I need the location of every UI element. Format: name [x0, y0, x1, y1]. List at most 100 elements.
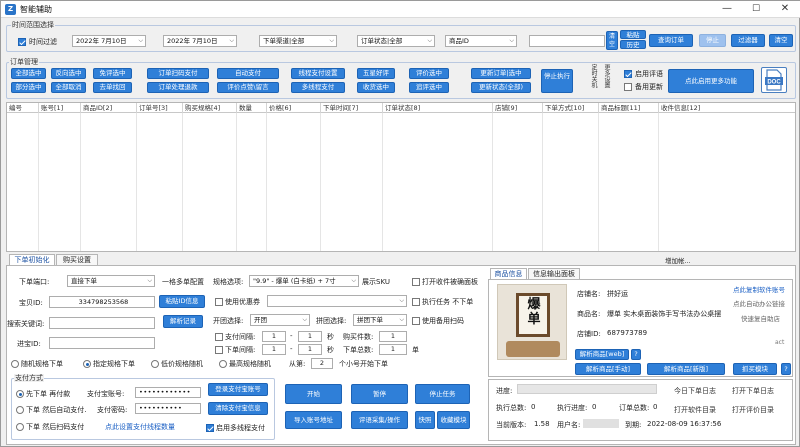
- stop-query-button[interactable]: 停止: [699, 34, 726, 47]
- col-header[interactable]: 价格[6]: [267, 103, 321, 113]
- partial-select-button[interactable]: 部分选中: [11, 82, 46, 93]
- col-header[interactable]: 下单时间[7]: [321, 103, 383, 113]
- parse-record-button[interactable]: 解析记录: [163, 315, 203, 328]
- invert-select-button[interactable]: 反向选中: [51, 68, 86, 79]
- scan-pay-button[interactable]: 订单扫码支付: [147, 68, 209, 79]
- help-button[interactable]: ?: [781, 363, 791, 375]
- multi-thread-pay-button[interactable]: 多线程支付: [291, 82, 345, 93]
- five-star-button[interactable]: 五星好评: [357, 68, 395, 79]
- clear-search-button[interactable]: 清空: [606, 31, 618, 50]
- scan-pay-radio[interactable]: [16, 423, 24, 431]
- stop-exec-button[interactable]: 停止执行: [541, 69, 573, 93]
- import-address-button[interactable]: 导入账号地址: [285, 411, 342, 429]
- high-random-radio[interactable]: [219, 360, 227, 368]
- col-header[interactable]: 下单方式[10]: [543, 103, 599, 113]
- specified-spec-radio[interactable]: [83, 360, 91, 368]
- clear-all-button[interactable]: 清空: [769, 34, 793, 47]
- today-log-link[interactable]: 今日下单日志: [674, 386, 716, 396]
- stop-task-button[interactable]: 停止任务: [415, 384, 470, 404]
- keyword-input[interactable]: [49, 317, 155, 329]
- update-status-all-button[interactable]: 更新状态(全部): [471, 82, 531, 93]
- channel-select[interactable]: 下单渠道|全部 ⌵: [259, 35, 337, 47]
- orders-grid[interactable]: 编号 账号[1] 商品ID[2] 订单号[3] 购买规格[4] 数量 价格[6]…: [6, 102, 796, 252]
- status-select[interactable]: 订单状态|全部 ⌵: [357, 35, 435, 47]
- end-date-picker[interactable]: 2022年 7月10日 ⌵: [163, 35, 237, 47]
- use-coupon-checkbox[interactable]: [215, 298, 223, 306]
- time-filter-checkbox[interactable]: [18, 38, 26, 46]
- exec-task-checkbox[interactable]: [412, 298, 420, 306]
- update-order-select-button[interactable]: 更新订单|选中: [471, 68, 531, 79]
- open-log-link[interactable]: 打开下单日志: [732, 386, 774, 396]
- parse-manual-button[interactable]: 解析商品[手动]: [575, 363, 641, 375]
- timed-shutdown-label[interactable]: 定时关机: [590, 64, 597, 98]
- pay-interval-from[interactable]: 1: [262, 331, 286, 342]
- auto-pay-button[interactable]: 自动支付: [217, 68, 279, 79]
- buy-count-input[interactable]: 1: [379, 331, 407, 342]
- thread-pay-settings-button[interactable]: 线程支付设置: [291, 68, 345, 79]
- use-backup-checkbox[interactable]: [412, 317, 420, 325]
- eval-select-button[interactable]: 评价选中: [409, 68, 449, 79]
- low-random-radio[interactable]: [151, 360, 159, 368]
- order-total-input[interactable]: 1: [379, 344, 407, 355]
- tab-product-info[interactable]: 商品信息: [490, 268, 527, 279]
- history-button[interactable]: 历史: [620, 40, 646, 49]
- open-eval-link[interactable]: 打开评价目录: [732, 405, 774, 415]
- paste-id-button[interactable]: 粘贴ID信息: [159, 295, 205, 308]
- start-button[interactable]: 开始: [285, 384, 342, 404]
- help-button[interactable]: ?: [631, 349, 641, 360]
- retrieve-order-button[interactable]: 去单找回: [93, 82, 132, 93]
- enable-more-features-button[interactable]: 点此启用更多功能: [668, 69, 754, 93]
- capture-module-button[interactable]: 抓买模块: [733, 363, 777, 375]
- buyer-id-input[interactable]: 334798253568: [49, 296, 155, 308]
- order-interval-from[interactable]: 1: [262, 344, 286, 355]
- store-id-input[interactable]: [49, 337, 155, 349]
- order-interval-to[interactable]: 1: [298, 344, 322, 355]
- backup-update-checkbox[interactable]: [624, 83, 632, 91]
- port-select[interactable]: 直接下单 ⌵: [67, 275, 155, 287]
- refund-button[interactable]: 订单处理退款: [147, 82, 209, 93]
- col-header[interactable]: 账号[1]: [39, 103, 81, 113]
- product-id-select[interactable]: 商品ID ⌵: [445, 35, 517, 47]
- pay-pwd-input[interactable]: ••••••••••: [135, 403, 201, 414]
- start-date-picker[interactable]: 2022年 7月10日 ⌵: [72, 35, 146, 47]
- from-input[interactable]: 2: [311, 358, 333, 369]
- pay-interval-checkbox[interactable]: [215, 333, 223, 341]
- no-review-select-button[interactable]: 免评选中: [93, 68, 132, 79]
- pin-select[interactable]: 拼团下单 ⌵: [353, 314, 407, 326]
- quick-store-link[interactable]: 快速复自助店: [741, 313, 780, 323]
- paste-button[interactable]: 粘贴: [620, 30, 646, 39]
- pause-button[interactable]: 暂停: [351, 384, 408, 404]
- cancel-all-button[interactable]: 全部取消: [51, 82, 86, 93]
- parse-new-button[interactable]: 解析商品[新版]: [647, 363, 725, 375]
- close-icon[interactable]: ✕: [771, 1, 799, 18]
- like-comment-button[interactable]: 评价点赞\留言: [217, 82, 279, 93]
- auto-pay-radio[interactable]: [16, 406, 24, 414]
- search-input[interactable]: [529, 35, 605, 47]
- col-header[interactable]: 订单状态[8]: [383, 103, 493, 113]
- pay-interval-to[interactable]: 1: [298, 331, 322, 342]
- eval-collect-button[interactable]: 评语采集/操作: [351, 411, 408, 429]
- tab-purchase-settings[interactable]: 购买设置: [56, 254, 98, 265]
- coupon-select[interactable]: ⌵: [267, 295, 407, 307]
- col-header[interactable]: 收件信息[12]: [659, 103, 795, 113]
- use-eval-checkbox[interactable]: [624, 70, 632, 78]
- col-header[interactable]: 商品ID[2]: [81, 103, 137, 113]
- random-spec-radio[interactable]: [11, 360, 19, 368]
- select-all-button[interactable]: 全部选中: [11, 68, 46, 79]
- query-orders-button[interactable]: 查询订单: [649, 34, 693, 47]
- col-header[interactable]: 编号: [7, 103, 39, 113]
- login-alipay-button[interactable]: 登录支付宝账号: [208, 383, 268, 396]
- col-header[interactable]: 店铺[9]: [493, 103, 543, 113]
- spec-select[interactable]: "9.9" - 爆单 (白卡纸) + 7寸 ⌵: [249, 275, 359, 287]
- follow-up-eval-button[interactable]: 追评选中: [409, 82, 449, 93]
- pay-later-radio[interactable]: [16, 390, 24, 398]
- tab-output-panel[interactable]: 信息输出面板: [528, 268, 580, 279]
- snapshot-button[interactable]: 快照: [415, 411, 435, 429]
- order-interval-checkbox[interactable]: [215, 346, 223, 354]
- col-header[interactable]: 商品标题[11]: [599, 103, 659, 113]
- alipay-acct-input[interactable]: ••••••••••••: [135, 387, 201, 398]
- auto-office-link[interactable]: 点此自动办公链接: [733, 298, 785, 308]
- minimize-icon[interactable]: —: [713, 1, 741, 18]
- pay-thread-link[interactable]: 点此设置支付线程数量: [105, 422, 175, 432]
- confirm-receipt-button[interactable]: 收货选中: [357, 82, 395, 93]
